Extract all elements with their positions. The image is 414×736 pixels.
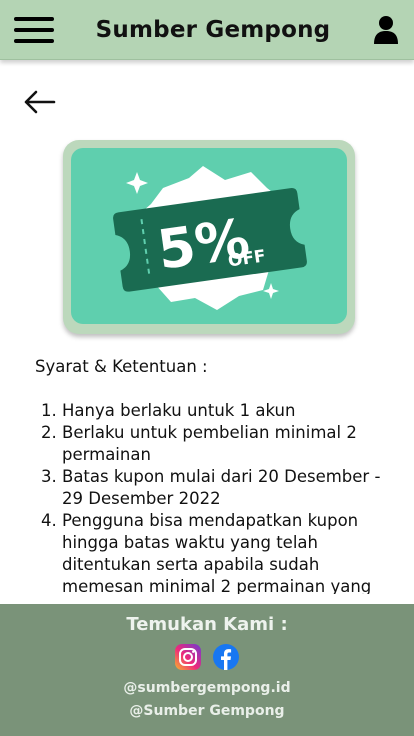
facebook-handle[interactable]: @Sumber Gempong — [0, 703, 414, 719]
terms-item: Pengguna bisa mendapatkan kupon hingga b… — [62, 510, 385, 594]
terms-list: Hanya berlaku untuk 1 akun Berlaku untuk… — [35, 400, 385, 594]
facebook-icon[interactable] — [213, 644, 239, 670]
footer-title: Temukan Kami : — [126, 614, 288, 635]
hamburger-menu-icon[interactable] — [14, 16, 54, 43]
sparkle-right — [263, 283, 279, 299]
terms-item: Batas kupon mulai dari 20 Desember - 29 … — [62, 466, 385, 510]
footer: Temukan Kami : @sumbergempong.id @Sumber… — [0, 604, 414, 736]
terms-section: Syarat & Ketentuan : Hanya berlaku untuk… — [35, 356, 385, 594]
app-title: Sumber Gempong — [95, 16, 331, 43]
discount-text: 5% — [154, 207, 254, 282]
social-icons — [0, 644, 414, 670]
coupon-image: 5% OFF — [71, 148, 347, 324]
sparkle-left — [126, 172, 148, 194]
arrow-left-icon[interactable] — [22, 88, 56, 116]
terms-item: Hanya berlaku untuk 1 akun — [62, 400, 385, 422]
app-header: Sumber Gempong — [0, 0, 414, 60]
user-icon[interactable] — [372, 15, 400, 45]
terms-item: Berlaku untuk pembelian minimal 2 permai… — [62, 422, 385, 466]
coupon-card: 5% OFF — [63, 140, 355, 334]
instagram-icon[interactable] — [175, 644, 201, 670]
terms-title: Syarat & Ketentuan : — [35, 357, 208, 376]
instagram-handle[interactable]: @sumbergempong.id — [0, 680, 414, 696]
